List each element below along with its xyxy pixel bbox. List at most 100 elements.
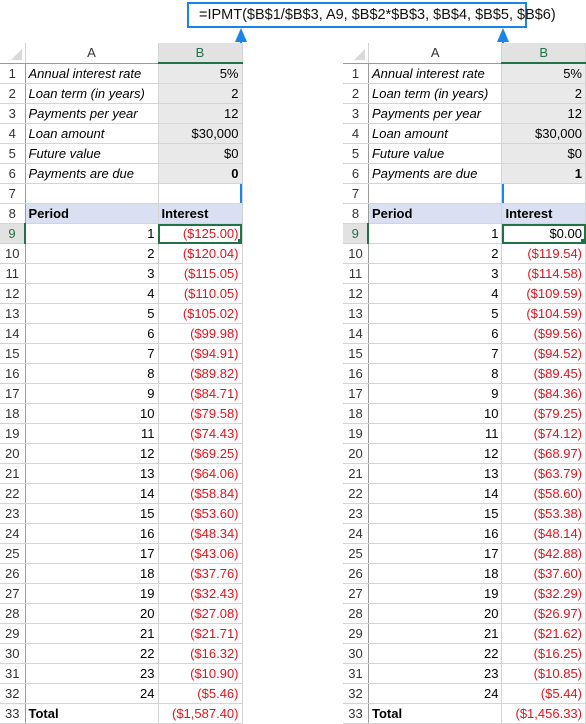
selected-interest-cell[interactable]: ($125.00) [158, 223, 243, 244]
row-header[interactable]: 19 [343, 423, 369, 444]
param-value[interactable]: 12 [501, 103, 586, 124]
row-header[interactable]: 27 [343, 583, 369, 604]
interest-cell[interactable]: ($43.06) [158, 543, 243, 564]
param-label[interactable]: Payments are due [368, 163, 503, 184]
period-cell[interactable]: 22 [368, 643, 503, 664]
period-cell[interactable]: 17 [25, 543, 159, 564]
row-header[interactable]: 13 [0, 303, 26, 324]
param-label[interactable]: Loan term (in years) [25, 83, 159, 104]
period-cell[interactable]: 13 [368, 463, 503, 484]
interest-cell[interactable]: ($79.58) [158, 403, 243, 424]
period-cell[interactable]: 6 [368, 323, 503, 344]
interest-cell[interactable]: ($32.43) [158, 583, 243, 604]
row-header[interactable]: 4 [343, 123, 369, 144]
param-label[interactable]: Payments per year [25, 103, 159, 124]
period-cell[interactable]: 3 [368, 263, 503, 284]
row-header[interactable]: 2 [0, 83, 26, 104]
period-cell[interactable]: 23 [25, 663, 159, 684]
interest-cell[interactable]: ($58.84) [158, 483, 243, 504]
row-header[interactable]: 13 [343, 303, 369, 324]
row-header[interactable]: 20 [343, 443, 369, 464]
period-cell[interactable]: 19 [368, 583, 503, 604]
row-header[interactable]: 5 [0, 143, 26, 164]
row-header[interactable]: 25 [343, 543, 369, 564]
param-value[interactable]: 0 [158, 163, 243, 184]
period-cell[interactable]: 9 [368, 383, 503, 404]
interest-cell[interactable]: ($109.59) [501, 283, 586, 304]
period-cell[interactable]: 23 [368, 663, 503, 684]
interest-cell[interactable]: ($94.91) [158, 343, 243, 364]
interest-cell[interactable]: ($21.71) [158, 623, 243, 644]
fill-handle[interactable] [581, 239, 585, 243]
interest-cell[interactable]: ($16.32) [158, 643, 243, 664]
row-header[interactable]: 7 [0, 183, 26, 204]
row-header[interactable]: 17 [343, 383, 369, 404]
interest-cell[interactable]: ($21.62) [501, 623, 586, 644]
period-cell[interactable]: 5 [368, 303, 503, 324]
row-header[interactable]: 21 [343, 463, 369, 484]
period-header[interactable]: Period [368, 203, 503, 224]
row-header[interactable]: 15 [0, 343, 26, 364]
total-label[interactable]: Total [25, 703, 159, 724]
row-header[interactable]: 21 [0, 463, 26, 484]
empty-cell[interactable] [501, 183, 586, 204]
param-label[interactable]: Payments are due [25, 163, 159, 184]
interest-cell[interactable]: ($110.05) [158, 283, 243, 304]
row-header[interactable]: 2 [343, 83, 369, 104]
row-header[interactable]: 14 [343, 323, 369, 344]
row-header[interactable]: 29 [0, 623, 26, 644]
interest-cell[interactable]: ($63.79) [501, 463, 586, 484]
row-header[interactable]: 32 [0, 683, 26, 704]
row-header[interactable]: 15 [343, 343, 369, 364]
period-cell[interactable]: 21 [25, 623, 159, 644]
interest-cell[interactable]: ($68.97) [501, 443, 586, 464]
row-header[interactable]: 31 [343, 663, 369, 684]
param-value[interactable]: 5% [501, 63, 586, 84]
interest-cell[interactable]: ($16.25) [501, 643, 586, 664]
row-header[interactable]: 25 [0, 543, 26, 564]
param-value[interactable]: $30,000 [501, 123, 586, 144]
row-header[interactable]: 22 [343, 483, 369, 504]
period-cell[interactable]: 16 [25, 523, 159, 544]
period-cell[interactable]: 24 [25, 683, 159, 704]
total-value[interactable]: ($1,587.40) [158, 703, 243, 724]
interest-header[interactable]: Interest [501, 203, 586, 224]
interest-cell[interactable]: ($5.44) [501, 683, 586, 704]
param-label[interactable]: Annual interest rate [368, 63, 503, 84]
period-cell[interactable]: 14 [25, 483, 159, 504]
interest-cell[interactable]: ($27.08) [158, 603, 243, 624]
interest-cell[interactable]: ($5.46) [158, 683, 243, 704]
interest-cell[interactable]: ($26.97) [501, 603, 586, 624]
interest-cell[interactable]: ($74.43) [158, 423, 243, 444]
period-cell[interactable]: 8 [368, 363, 503, 384]
period-cell[interactable]: 16 [368, 523, 503, 544]
interest-cell[interactable]: ($119.54) [501, 243, 586, 264]
period-cell[interactable]: 11 [25, 423, 159, 444]
param-value[interactable]: $0 [158, 143, 243, 164]
row-header[interactable]: 18 [0, 403, 26, 424]
row-header[interactable]: 28 [0, 603, 26, 624]
period-cell[interactable]: 22 [25, 643, 159, 664]
row-header[interactable]: 28 [343, 603, 369, 624]
interest-cell[interactable]: ($89.45) [501, 363, 586, 384]
period-cell[interactable]: 1 [368, 223, 503, 244]
interest-cell[interactable]: ($89.82) [158, 363, 243, 384]
period-cell[interactable]: 2 [368, 243, 503, 264]
total-value[interactable]: ($1,456.33) [501, 703, 586, 724]
param-label[interactable]: Loan amount [25, 123, 159, 144]
interest-cell[interactable]: ($79.25) [501, 403, 586, 424]
interest-cell[interactable]: ($42.88) [501, 543, 586, 564]
row-header[interactable]: 1 [0, 63, 26, 84]
row-header[interactable]: 27 [0, 583, 26, 604]
interest-cell[interactable]: ($10.85) [501, 663, 586, 684]
row-header[interactable]: 8 [343, 203, 369, 224]
row-header[interactable]: 8 [0, 203, 26, 224]
fill-handle[interactable] [237, 239, 241, 243]
interest-cell[interactable]: ($32.29) [501, 583, 586, 604]
row-header[interactable]: 31 [0, 663, 26, 684]
period-cell[interactable]: 8 [25, 363, 159, 384]
param-value[interactable]: $0 [501, 143, 586, 164]
row-header[interactable]: 26 [343, 563, 369, 584]
row-header[interactable]: 10 [343, 243, 369, 264]
row-header[interactable]: 23 [0, 503, 26, 524]
